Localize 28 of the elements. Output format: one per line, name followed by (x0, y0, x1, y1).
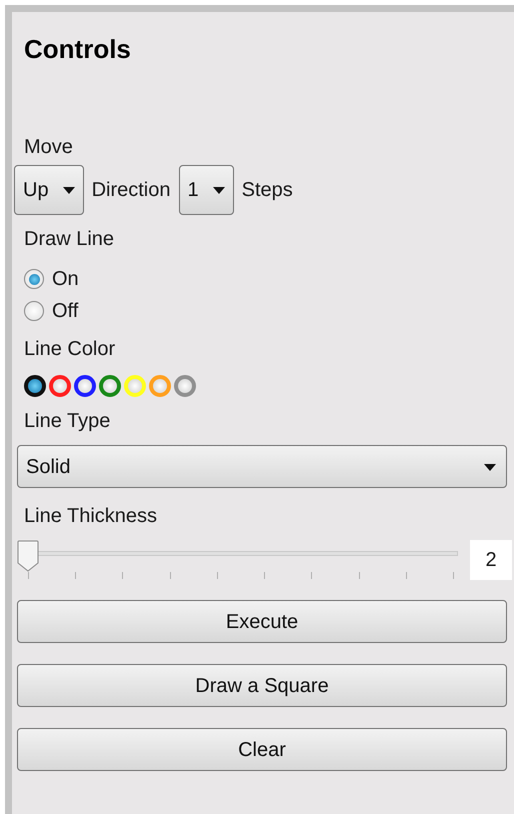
color-swatch[interactable] (149, 375, 171, 398)
color-swatch[interactable] (174, 375, 196, 398)
caret-icon (484, 462, 496, 471)
caret-icon (62, 186, 75, 194)
line-type-dropdown[interactable]: Solid (17, 445, 507, 488)
caret-icon (212, 186, 225, 194)
radio-option[interactable]: On (24, 263, 512, 296)
color-swatch[interactable] (74, 375, 96, 398)
action-button[interactable]: Draw a Square (17, 664, 507, 708)
color-swatch[interactable] (24, 375, 46, 398)
slider-thumb[interactable] (17, 540, 39, 572)
panel-title: Controls (24, 34, 132, 66)
color-swatch[interactable] (99, 375, 121, 398)
radio-option[interactable]: Off (24, 295, 512, 328)
section-label: Draw Line (24, 227, 116, 252)
section-label: Line Thickness (24, 504, 158, 528)
color-swatch[interactable] (49, 375, 71, 398)
section-label: Move (24, 135, 74, 160)
section-label: Line Type (24, 409, 112, 434)
dropdown[interactable]: Up (14, 165, 84, 216)
slider[interactable] (17, 540, 458, 580)
action-button[interactable]: Clear (17, 728, 507, 772)
value-field[interactable]: 2 (470, 540, 512, 580)
section-label: Line Color (24, 337, 116, 362)
direction-label: Direction (92, 178, 170, 204)
action-button[interactable]: Execute (17, 600, 507, 644)
dropdown[interactable]: 1 (178, 165, 234, 216)
steps-label: Steps (242, 178, 293, 204)
